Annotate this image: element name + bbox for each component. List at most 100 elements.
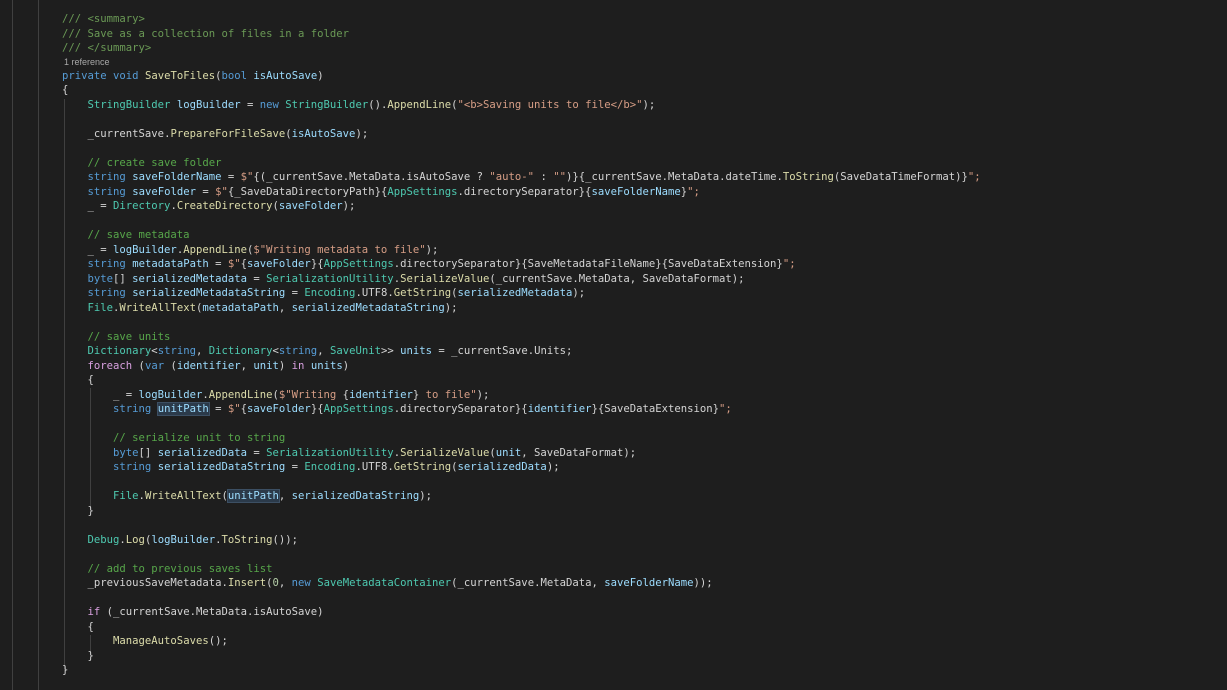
code-line[interactable]: _ = Directory.CreateDirectory(saveFolder… [62, 199, 981, 214]
code-line[interactable]: if (_currentSave.MetaData.isAutoSave) [62, 605, 981, 620]
code-line[interactable]: } [62, 663, 981, 678]
code-token: { [62, 374, 94, 386]
code-token: "auto-" [489, 171, 535, 183]
code-token: , [278, 577, 292, 589]
code-token: logBuilder [176, 98, 241, 111]
code-line[interactable]: string serializedMetadataString = Encodi… [62, 286, 981, 301]
code-token: logBuilder [138, 388, 203, 401]
code-line[interactable] [62, 475, 981, 490]
code-line[interactable] [62, 547, 981, 562]
code-token: Directory [113, 200, 171, 212]
code-token: SaveMetadataContainer [317, 577, 452, 589]
code-line[interactable]: _ = logBuilder.AppendLine($"Writing meta… [62, 243, 981, 258]
code-token: SerializationUtility [266, 272, 394, 285]
code-line[interactable] [62, 141, 981, 156]
code-line[interactable]: // serialize unit to string [62, 431, 981, 446]
code-token: Debug [87, 533, 120, 546]
code-editor[interactable]: /// <summary> /// Save as a collection of… [0, 0, 1227, 690]
code-token: Insert [227, 577, 267, 589]
code-line[interactable]: string saveFolder = $"{_SaveDataDirector… [62, 185, 981, 200]
code-line[interactable]: StringBuilder logBuilder = new StringBui… [62, 98, 981, 113]
code-token: logBuilder [113, 243, 177, 256]
code-token: .MetaData.dateTime. [661, 171, 783, 183]
code-token: "; [967, 171, 981, 183]
code-token: )} [565, 171, 579, 183]
code-token: _currentSave [585, 171, 662, 183]
code-line[interactable]: string unitPath = $"{saveFolder}{AppSett… [62, 402, 981, 417]
code-line[interactable] [62, 315, 981, 330]
code-token: unit [495, 446, 522, 459]
code-line[interactable]: // create save folder [62, 156, 981, 171]
code-line[interactable]: { [62, 373, 981, 388]
code-token: .directorySeparator}{ [393, 403, 528, 415]
code-token: _currentSave [451, 345, 528, 357]
code-line[interactable]: // save units [62, 330, 981, 345]
code-line[interactable]: Debug.Log(logBuilder.ToString()); [62, 533, 981, 548]
code-token: AppendLine [387, 98, 452, 111]
code-token: _currentSave [266, 171, 343, 183]
code-token: } [62, 649, 94, 662]
code-token: string [113, 403, 152, 415]
code-line[interactable]: { [62, 83, 981, 98]
code-token: ) [278, 359, 292, 372]
code-line[interactable]: // save metadata [62, 228, 981, 243]
code-line[interactable] [62, 591, 981, 606]
code-token: ) [317, 69, 324, 82]
code-token: string [278, 345, 318, 357]
code-token: ToString [221, 533, 273, 546]
code-token: $"Writing [278, 388, 343, 401]
code-line[interactable] [62, 417, 981, 432]
code-token: WriteAllText [144, 490, 222, 502]
code-token: _previousSaveMetadata [87, 577, 222, 589]
code-line[interactable]: { [62, 620, 981, 635]
code-token: serializedMetadataString [291, 301, 445, 314]
code-token: StringBuilder [87, 98, 171, 111]
code-token: string [87, 171, 126, 183]
code-token: (). [368, 98, 388, 111]
code-line[interactable]: } [62, 649, 981, 664]
code-token: _currentSave [87, 127, 165, 140]
code-token: serializedData [157, 446, 247, 459]
code-line[interactable]: File.WriteAllText(metadataPath, serializ… [62, 301, 981, 316]
code-line[interactable]: _ = logBuilder.AppendLine($"Writing {ide… [62, 388, 981, 403]
code-token: serializedDataString [291, 490, 420, 502]
code-token: metadataPath [202, 301, 279, 314]
code-token: AppendLine [183, 243, 247, 256]
code-line[interactable]: string saveFolderName = $"{(_currentSave… [62, 170, 981, 185]
code-token: )); [693, 577, 713, 589]
code-line[interactable]: ManageAutoSaves(); [62, 634, 981, 649]
code-line[interactable]: _currentSave.PrepareForFileSave(isAutoSa… [62, 127, 981, 142]
code-line[interactable]: File.WriteAllText(unitPath, serializedDa… [62, 489, 981, 504]
code-line[interactable]: string serializedDataString = Encoding.U… [62, 460, 981, 475]
code-lines[interactable]: /// <summary> /// Save as a collection of… [62, 12, 981, 678]
code-line[interactable]: } [62, 504, 981, 519]
codelens-references[interactable]: 1 reference [62, 56, 981, 69]
code-line[interactable]: _previousSaveMetadata.Insert(0, new Save… [62, 576, 981, 591]
code-token: saveFolderName [132, 171, 222, 183]
code-token: saveFolderName [604, 577, 694, 589]
code-token: : [534, 171, 554, 183]
code-line[interactable]: // add to previous saves list [62, 562, 981, 577]
code-line[interactable]: foreach (var (identifier, unit) in units… [62, 359, 981, 374]
code-line[interactable]: byte[] serializedData = SerializationUti… [62, 446, 981, 461]
code-line[interactable]: /// </summary> [62, 41, 981, 56]
code-line[interactable] [62, 214, 981, 229]
code-line[interactable] [62, 518, 981, 533]
code-line[interactable]: private void SaveToFiles(bool isAutoSave… [62, 69, 981, 84]
code-line[interactable]: string metadataPath = $"{saveFolder}{App… [62, 257, 981, 272]
code-line[interactable]: /// <summary> [62, 12, 981, 27]
code-token: SerializeValue [400, 272, 490, 285]
code-token: serializedMetadata [132, 272, 247, 285]
code-line[interactable]: /// Save as a collection of files in a f… [62, 27, 981, 42]
code-token: AppSettings [323, 258, 394, 270]
code-line[interactable]: Dictionary<string, Dictionary<string, Sa… [62, 344, 981, 359]
code-token: File [87, 301, 114, 314]
code-token: // serialize unit to string [113, 432, 286, 444]
code-line[interactable] [62, 112, 981, 127]
code-line[interactable]: byte[] serializedMetadata = Serializatio… [62, 272, 981, 287]
